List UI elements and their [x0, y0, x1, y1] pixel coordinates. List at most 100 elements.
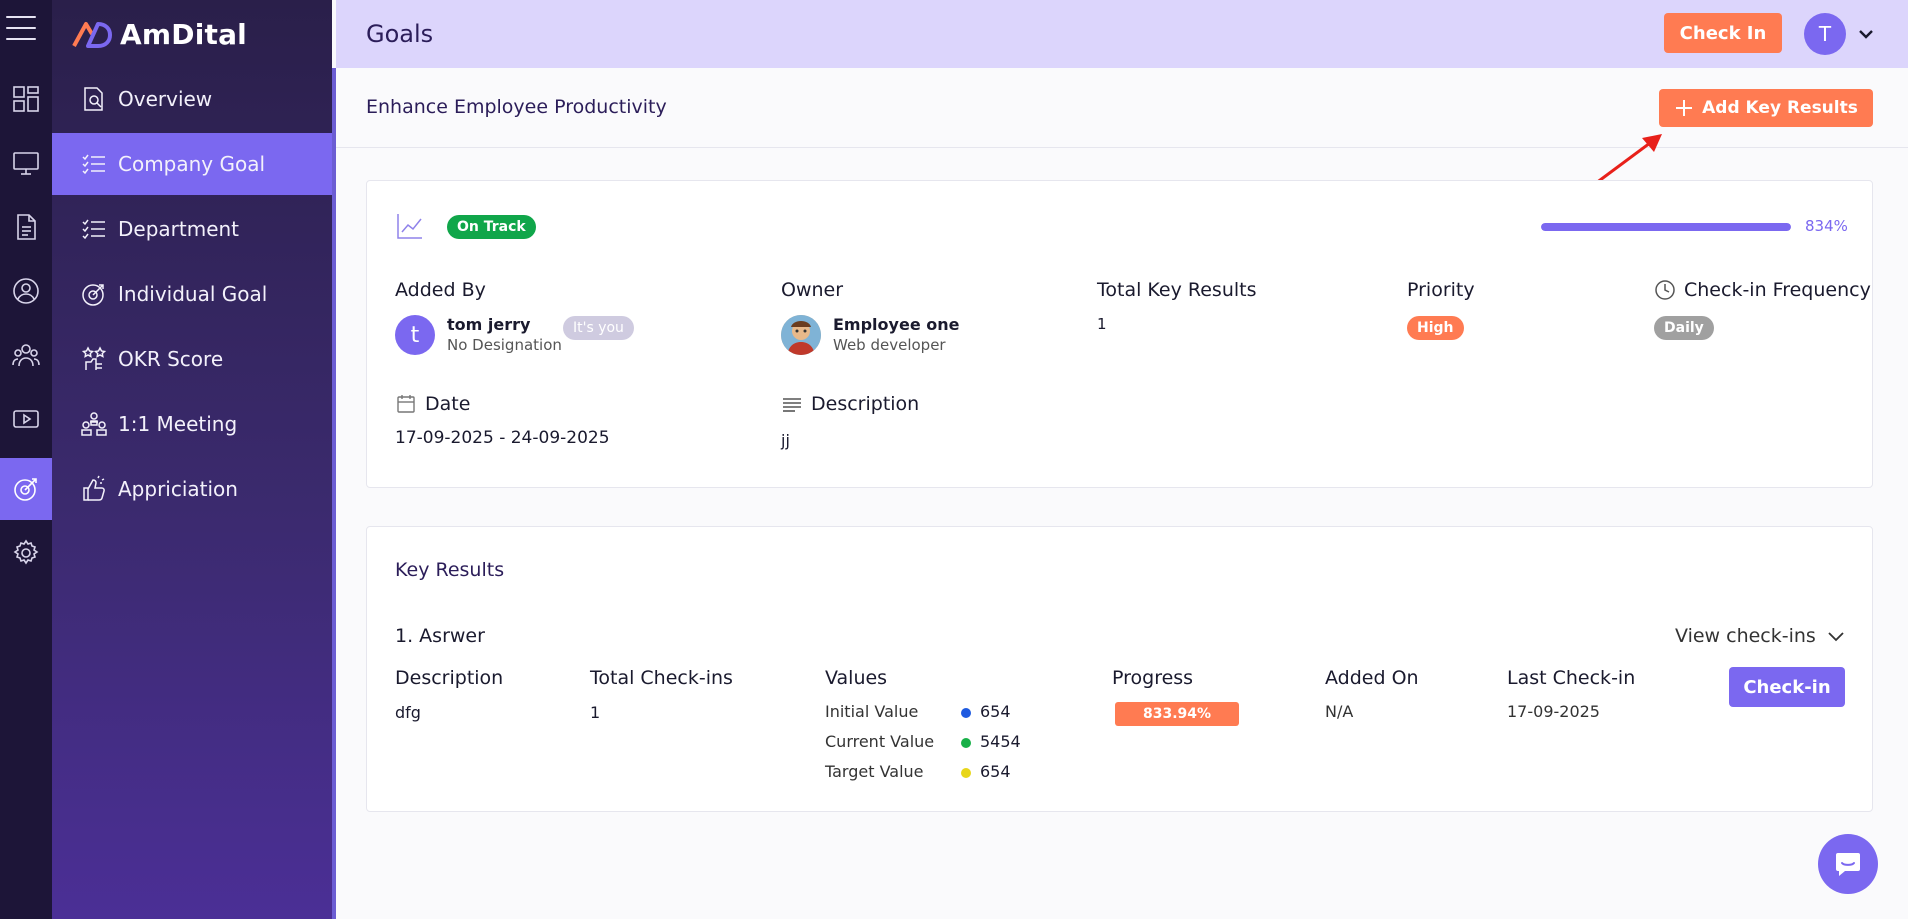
kr-progress-label: 833.94%	[1142, 706, 1212, 722]
check-in-button[interactable]: Check In	[1664, 13, 1782, 53]
trend-chart-icon	[397, 214, 422, 239]
kr-progress-bar: 833.94%	[1115, 702, 1239, 726]
rail-video[interactable]	[0, 388, 52, 450]
calendar-icon	[397, 395, 415, 413]
view-checkins-toggle[interactable]: View check-ins	[1675, 625, 1846, 647]
sidebar-item-company-goal[interactable]: Company Goal	[52, 133, 332, 195]
initial-value: 654	[980, 702, 1011, 721]
main-content: Enhance Employee Productivity Add Key Re…	[336, 68, 1908, 919]
priority-label: Priority	[1407, 279, 1475, 301]
sidebar-item-label: Department	[118, 217, 240, 241]
sidebar-item-label: OKR Score	[118, 347, 224, 371]
chat-icon	[1836, 853, 1860, 876]
target-value-dot	[961, 768, 971, 778]
current-value: 5454	[980, 732, 1021, 751]
key-results-title: Key Results	[395, 559, 505, 581]
sidebar-item-label: Individual Goal	[118, 282, 268, 306]
sidebar-item-individual-goal[interactable]: Individual Goal	[52, 263, 332, 325]
kr-added-on-value: N/A	[1325, 702, 1354, 721]
total-key-results-value: 1	[1097, 315, 1107, 333]
top-header: Goals Check In T	[336, 0, 1908, 68]
gear-icon	[13, 539, 39, 565]
view-checkins-label: View check-ins	[1675, 625, 1816, 647]
icon-rail	[0, 0, 52, 919]
user-avatar[interactable]: T	[1804, 13, 1846, 55]
owner-avatar	[781, 315, 821, 355]
page-title: Goals	[366, 20, 434, 48]
kr-col-last-checkin: Last Check-in	[1507, 667, 1636, 689]
its-you-badge: It's you	[563, 316, 634, 340]
description-label-text: Description	[811, 393, 920, 415]
rail-goals[interactable]	[0, 458, 52, 520]
goal-detail-card: On Track 834% Added By t tom jerry No De…	[366, 180, 1873, 488]
sidebar-item-label: Overview	[118, 87, 213, 111]
goal-progress-bar	[1541, 223, 1791, 231]
owner-name: Employee one	[833, 315, 960, 334]
added-by-name: tom jerry	[447, 315, 531, 334]
chevron-down-icon[interactable]	[1856, 24, 1876, 44]
overview-icon	[84, 87, 103, 111]
meeting-icon	[81, 412, 107, 436]
current-value-dot	[961, 738, 971, 748]
team-icon	[12, 344, 40, 367]
frequency-badge: Daily	[1654, 316, 1714, 340]
app-name: AmDital	[120, 17, 247, 51]
hamburger-menu-icon[interactable]	[6, 16, 36, 42]
divider	[336, 147, 1908, 148]
owner-label: Owner	[781, 279, 844, 301]
kr-col-total-checkins: Total Check-ins	[590, 667, 733, 689]
dashboard-icon	[13, 86, 39, 112]
checkin-frequency-label: Check-in Frequency	[1654, 279, 1871, 301]
rail-dashboard[interactable]	[0, 68, 52, 130]
sidebar-item-appreciation[interactable]: Appriciation	[52, 458, 332, 520]
date-value: 17-09-2025 - 24-09-2025	[395, 428, 610, 448]
plus-icon	[1676, 100, 1693, 116]
date-label: Date	[395, 393, 470, 415]
chevron-down-icon	[1828, 632, 1844, 642]
sidebar-item-overview[interactable]: Overview	[52, 68, 332, 130]
kr-col-progress: Progress	[1112, 667, 1194, 689]
goal-progress-fill	[1541, 223, 1791, 231]
description-value: jj	[781, 431, 790, 450]
list-check-icon	[82, 219, 105, 240]
rail-user-circle[interactable]	[0, 260, 52, 322]
add-key-results-label: Add Key Results	[1702, 98, 1858, 118]
document-icon	[17, 214, 36, 240]
rail-team[interactable]	[0, 324, 52, 386]
key-results-card: Key Results 1. Asrwer View check-ins Des…	[366, 526, 1873, 812]
kr-col-description: Description	[395, 667, 504, 689]
sidebar-item-department[interactable]: Department	[52, 198, 332, 260]
sidebar-item-okr-score[interactable]: OKR Score	[52, 328, 332, 390]
kr-description-value: dfg	[395, 703, 421, 722]
kr-col-added-on: Added On	[1325, 667, 1419, 689]
logo-icon	[72, 22, 112, 48]
text-lines-icon	[783, 398, 801, 412]
date-label-text: Date	[425, 393, 471, 415]
clock-icon	[1655, 280, 1675, 300]
chat-widget-button[interactable]	[1818, 834, 1878, 894]
kr-total-checkins-value: 1	[590, 703, 601, 722]
total-key-results-label: Total Key Results	[1097, 279, 1257, 301]
add-key-results-button[interactable]: Add Key Results	[1659, 89, 1873, 127]
target-icon	[14, 478, 37, 501]
goal-title: Enhance Employee Productivity	[366, 96, 667, 118]
initial-value-dot	[961, 708, 971, 718]
rail-settings[interactable]	[0, 522, 52, 584]
video-icon	[13, 410, 39, 428]
rail-document[interactable]	[0, 196, 52, 258]
key-result-name: 1. Asrwer	[395, 625, 485, 647]
goal-progress-percent: 834%	[1805, 217, 1848, 235]
added-by-label: Added By	[395, 279, 486, 301]
owner-designation: Web developer	[833, 336, 946, 354]
kr-col-values: Values	[825, 667, 888, 689]
app-logo: AmDital	[72, 14, 247, 54]
avatar: t	[395, 315, 435, 355]
rail-monitor[interactable]	[0, 132, 52, 194]
initial-value-label: Initial Value	[825, 702, 919, 721]
monitor-icon	[13, 152, 39, 175]
kr-check-in-button[interactable]: Check-in	[1729, 667, 1845, 707]
sidebar-item-meeting[interactable]: 1:1 Meeting	[52, 393, 332, 455]
kr-last-checkin-value: 17-09-2025	[1507, 702, 1600, 721]
description-label: Description	[781, 393, 919, 415]
target-value: 654	[980, 762, 1011, 781]
